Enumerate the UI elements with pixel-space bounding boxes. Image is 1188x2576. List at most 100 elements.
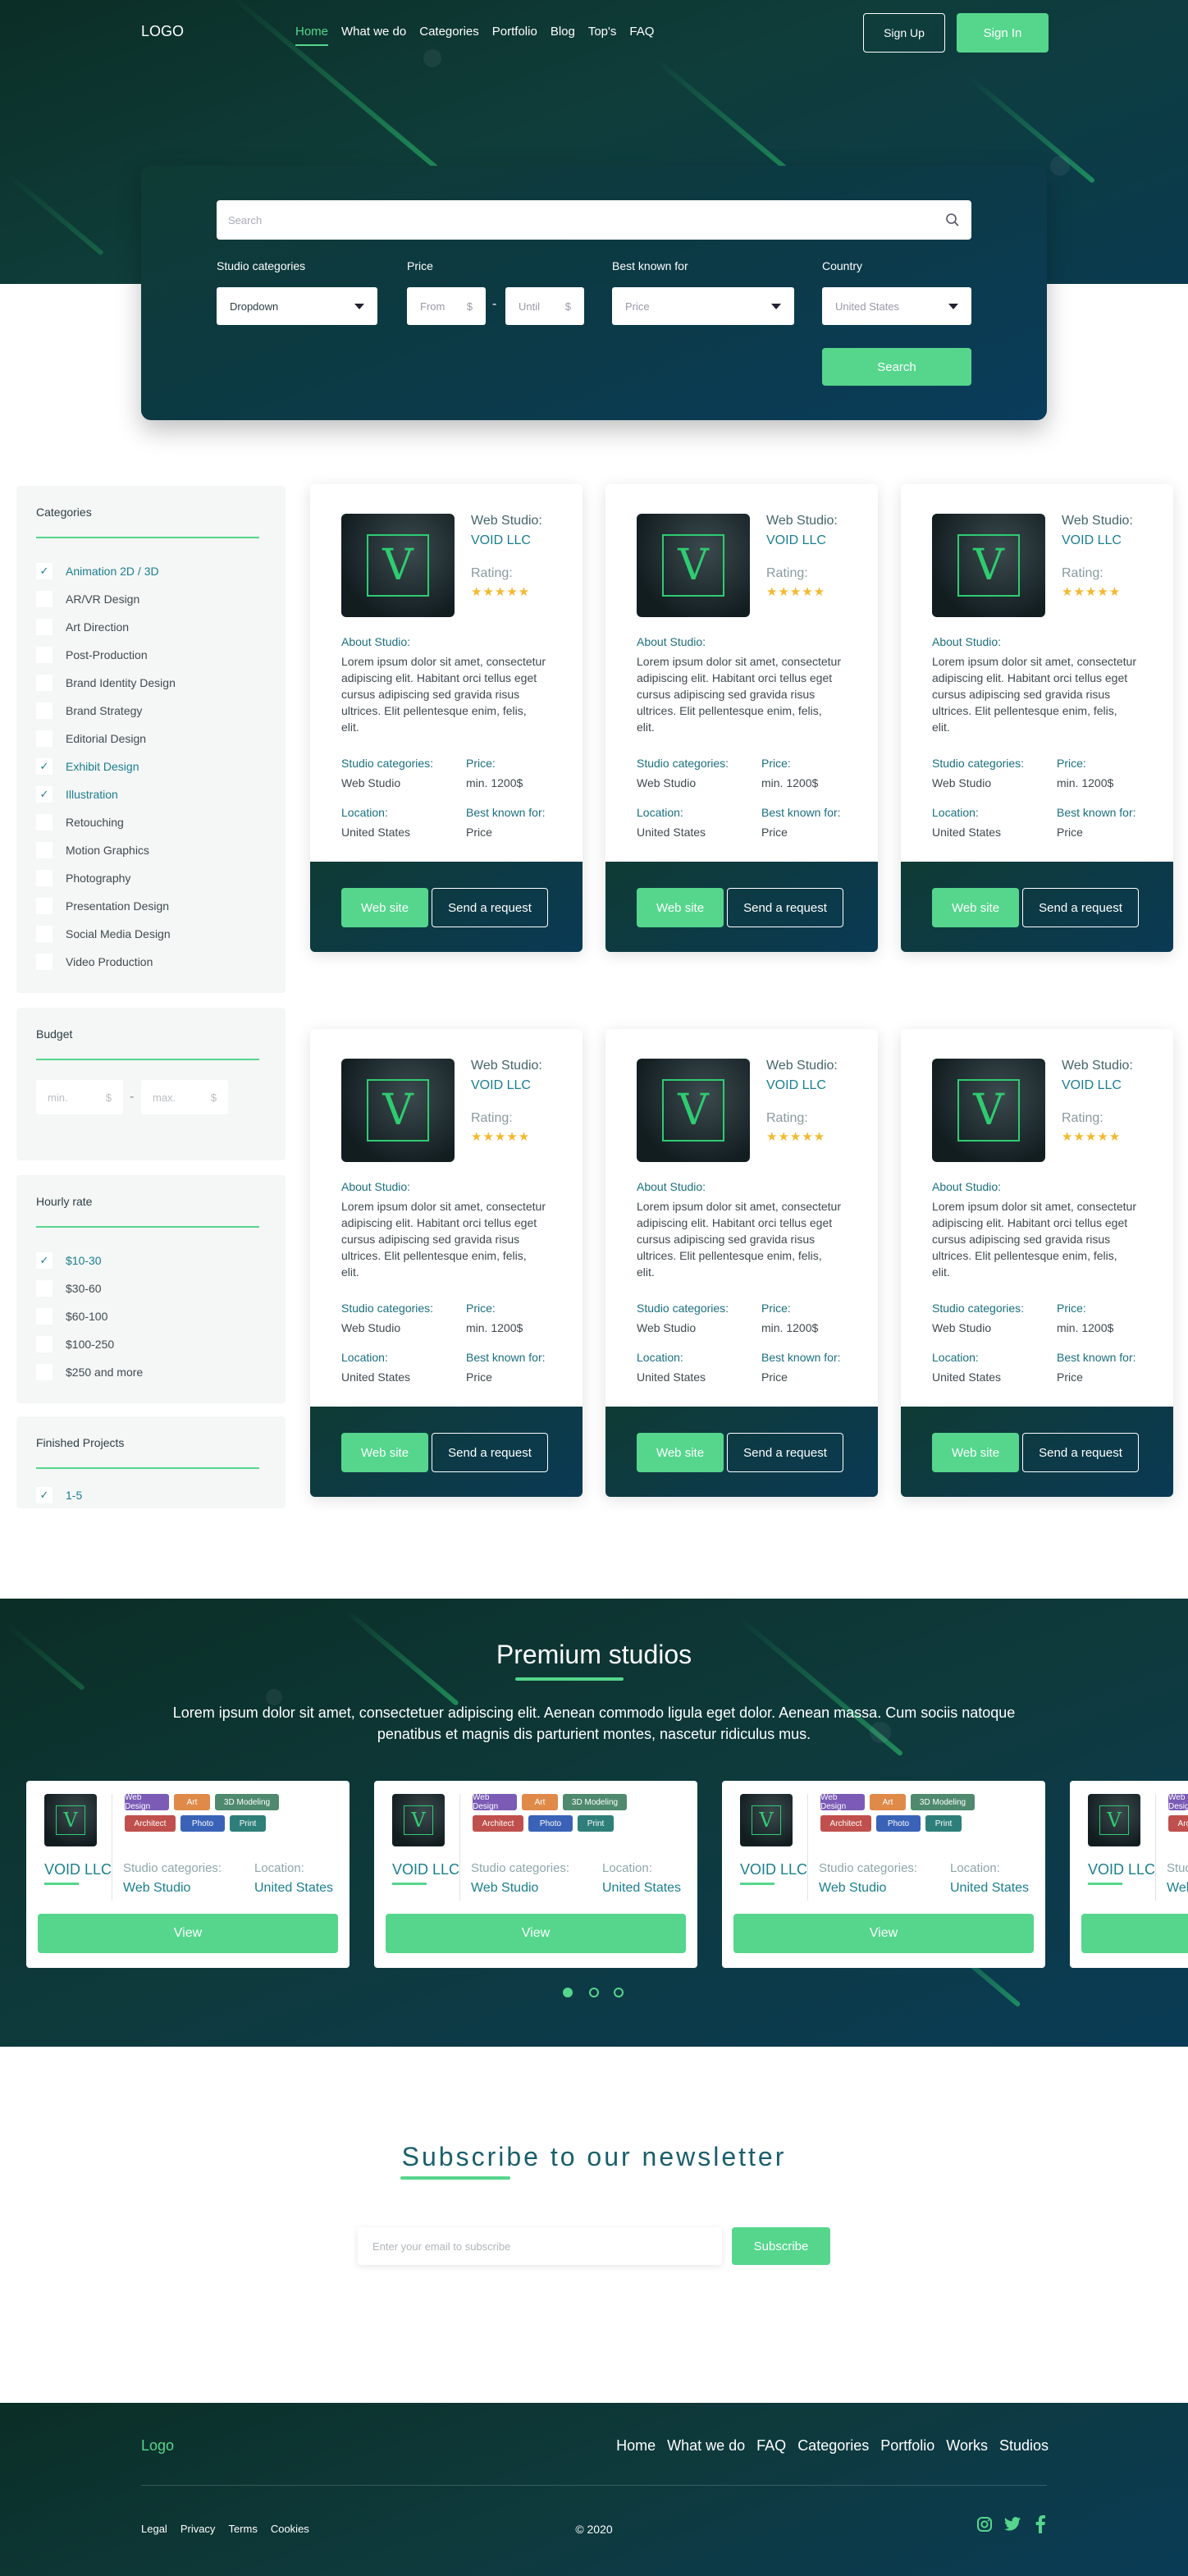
category-option[interactable]: Editorial Design — [36, 730, 146, 747]
nav-portfolio[interactable]: Portfolio — [492, 25, 537, 39]
category-option[interactable]: ✓ Animation 2D / 3D — [36, 563, 159, 579]
checkbox[interactable] — [36, 591, 53, 607]
checkbox-checked[interactable]: ✓ — [36, 758, 53, 775]
web-site-button[interactable]: Web site — [932, 1433, 1019, 1472]
tag-badge[interactable]: Architect — [820, 1815, 871, 1832]
studio-name[interactable]: VOID LLC — [766, 1078, 826, 1093]
search-input[interactable]: Search — [217, 200, 971, 240]
best-known-dropdown[interactable]: Price — [612, 287, 794, 325]
category-option[interactable]: Photography — [36, 870, 130, 886]
sign-in-button[interactable]: Sign In — [957, 13, 1049, 53]
send-request-button[interactable]: Send a request — [727, 1433, 843, 1472]
studio-name[interactable]: VOID LLC — [740, 1861, 807, 1878]
tag-badge[interactable]: Photo — [876, 1815, 921, 1832]
tag-badge[interactable]: Art — [870, 1794, 906, 1810]
studio-name[interactable]: VOID LLC — [766, 533, 826, 548]
checkbox[interactable] — [36, 1280, 53, 1297]
tag-badge[interactable]: 3D Modeling — [911, 1794, 975, 1810]
checkbox[interactable] — [36, 842, 53, 858]
checkbox[interactable] — [36, 898, 53, 914]
category-option[interactable]: Video Production — [36, 954, 153, 970]
hourly-rate-option[interactable]: ✓ $10-30 — [36, 1252, 102, 1269]
search-button[interactable]: Search — [822, 348, 971, 386]
twitter-icon[interactable] — [1003, 2514, 1022, 2534]
tag-badge[interactable]: Web Design — [473, 1793, 517, 1811]
category-option[interactable]: Art Direction — [36, 619, 129, 635]
nav-tops[interactable]: Top's — [588, 25, 617, 39]
hourly-rate-option[interactable]: $250 and more — [36, 1364, 143, 1380]
tag-badge[interactable]: Web Design — [125, 1793, 169, 1811]
nav-what-we-do[interactable]: What we do — [341, 25, 406, 39]
send-request-button[interactable]: Send a request — [1022, 888, 1139, 927]
checkbox[interactable] — [36, 619, 53, 635]
finished-projects-option[interactable]: ✓ 1-5 — [36, 1487, 82, 1503]
tag-badge[interactable]: Photo — [180, 1815, 225, 1832]
category-option[interactable]: Post-Production — [36, 647, 148, 663]
nav-blog[interactable]: Blog — [551, 25, 575, 39]
logo[interactable]: LOGO — [141, 23, 184, 40]
checkbox[interactable] — [36, 814, 53, 830]
category-option[interactable]: Social Media Design — [36, 926, 171, 942]
studio-name[interactable]: VOID LLC — [1062, 1078, 1122, 1093]
footer-logo[interactable]: Logo — [141, 2437, 174, 2455]
studio-categories-dropdown[interactable]: Dropdown — [217, 287, 377, 325]
web-site-button[interactable]: Web site — [341, 1433, 428, 1472]
footer-nav-home[interactable]: Home — [616, 2437, 656, 2455]
send-request-button[interactable]: Send a request — [432, 888, 548, 927]
budget-max-input[interactable]: max. $ — [141, 1080, 228, 1114]
studio-name[interactable]: VOID LLC — [1088, 1861, 1155, 1878]
nav-categories[interactable]: Categories — [419, 25, 479, 39]
hourly-rate-option[interactable]: $100-250 — [36, 1336, 114, 1352]
view-button[interactable]: View — [386, 1914, 686, 1953]
studio-name[interactable]: VOID LLC — [471, 533, 531, 548]
instagram-icon[interactable] — [975, 2514, 994, 2534]
nav-faq[interactable]: FAQ — [629, 25, 654, 39]
tag-badge[interactable]: Print — [578, 1815, 614, 1832]
tag-badge[interactable]: Print — [230, 1815, 266, 1832]
view-button[interactable]: View — [38, 1914, 338, 1953]
footer-nav-works[interactable]: Works — [946, 2437, 988, 2455]
category-option[interactable]: ✓ Illustration — [36, 786, 118, 803]
tag-badge[interactable]: Architect — [125, 1815, 176, 1832]
send-request-button[interactable]: Send a request — [432, 1433, 548, 1472]
category-option[interactable]: Presentation Design — [36, 898, 169, 914]
sign-up-button[interactable]: Sign Up — [863, 13, 945, 53]
footer-nav-portfolio[interactable]: Portfolio — [880, 2437, 934, 2455]
category-option[interactable]: Brand Strategy — [36, 702, 142, 719]
tag-badge[interactable]: Architect — [473, 1815, 523, 1832]
hourly-rate-option[interactable]: $60-100 — [36, 1308, 107, 1325]
checkbox[interactable] — [36, 647, 53, 663]
tag-badge[interactable]: Art — [522, 1794, 558, 1810]
facebook-icon[interactable] — [1030, 2514, 1050, 2534]
nav-home[interactable]: Home — [295, 25, 329, 46]
web-site-button[interactable]: Web site — [932, 888, 1019, 927]
category-option[interactable]: ✓ Exhibit Design — [36, 758, 139, 775]
checkbox[interactable] — [36, 926, 53, 942]
search-icon[interactable] — [945, 213, 960, 227]
checkbox-checked[interactable]: ✓ — [36, 786, 53, 803]
category-option[interactable]: AR/VR Design — [36, 591, 139, 607]
price-from-input[interactable]: From $ — [407, 287, 486, 325]
carousel-dot[interactable] — [614, 1988, 624, 1997]
studio-name[interactable]: VOID LLC — [44, 1861, 112, 1878]
checkbox[interactable] — [36, 1308, 53, 1325]
studio-name[interactable]: VOID LLC — [471, 1078, 531, 1093]
budget-min-input[interactable]: min. $ — [36, 1080, 123, 1114]
category-option[interactable]: Retouching — [36, 814, 124, 830]
tag-badge[interactable]: Art — [174, 1794, 210, 1810]
tag-badge[interactable]: Web Design — [820, 1793, 865, 1811]
hourly-rate-option[interactable]: $30-60 — [36, 1280, 102, 1297]
tag-badge[interactable]: Web Design — [1168, 1793, 1188, 1811]
footer-nav-what-we-do[interactable]: What we do — [667, 2437, 745, 2455]
checkbox[interactable] — [36, 1336, 53, 1352]
checkbox-checked[interactable]: ✓ — [36, 563, 53, 579]
send-request-button[interactable]: Send a request — [1022, 1433, 1139, 1472]
checkbox[interactable] — [36, 730, 53, 747]
category-option[interactable]: Brand Identity Design — [36, 675, 176, 691]
footer-nav-studios[interactable]: Studios — [999, 2437, 1049, 2455]
web-site-button[interactable]: Web site — [637, 888, 724, 927]
checkbox[interactable] — [36, 1364, 53, 1380]
web-site-button[interactable]: Web site — [341, 888, 428, 927]
price-until-input[interactable]: Until $ — [505, 287, 584, 325]
newsletter-email-input[interactable]: Enter your email to subscribe — [358, 2227, 722, 2265]
